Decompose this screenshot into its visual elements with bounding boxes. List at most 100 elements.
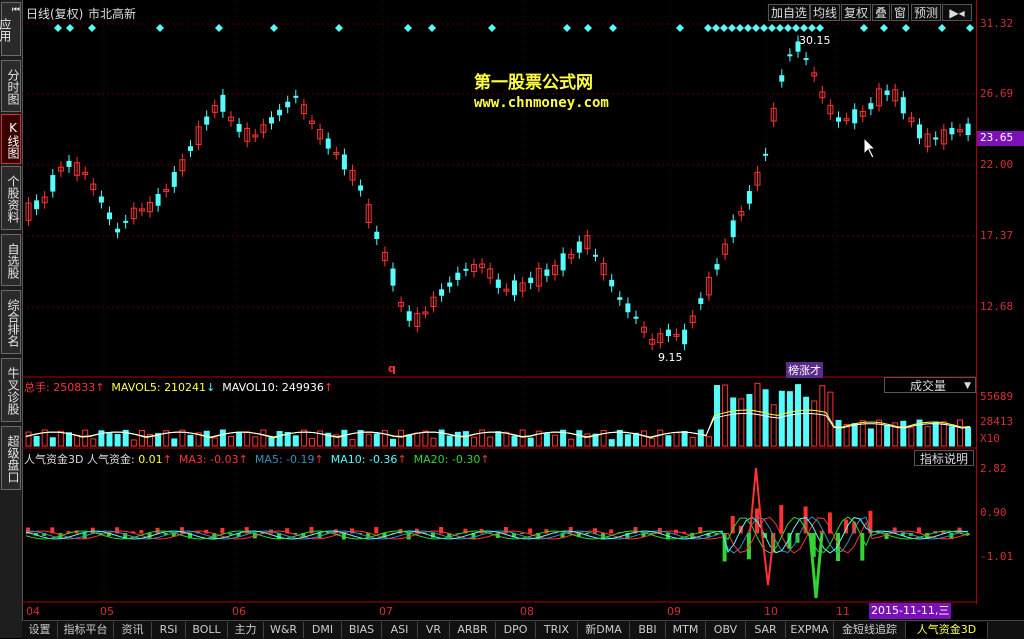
ma-button[interactable]: 均线 xyxy=(810,4,841,21)
tab-dmi[interactable]: DMI xyxy=(304,622,342,638)
volume-bar xyxy=(219,429,226,447)
chart-type-label[interactable]: 日线(复权) xyxy=(26,5,83,22)
tab-trix[interactable]: TRIX xyxy=(536,622,578,638)
diamond-marker xyxy=(966,24,974,32)
diamond-marker xyxy=(792,24,800,32)
volume-bar xyxy=(82,429,89,447)
sidebar-item-intraday[interactable]: 分时图 xyxy=(1,60,21,112)
volume-bar xyxy=(803,396,810,447)
forecast-button[interactable]: 预测 xyxy=(911,4,942,21)
diamond-marker xyxy=(488,24,496,32)
ma3-value: -0.03 xyxy=(210,453,239,466)
tab-settings[interactable]: 设置 xyxy=(22,622,58,638)
tab-popularity-fund[interactable]: 人气资金3D xyxy=(906,622,988,638)
ma20-label: MA20: xyxy=(413,453,449,466)
volume-bar xyxy=(236,431,243,447)
sidebar-item-stock-info[interactable]: 个股资料 xyxy=(1,166,21,230)
tab-short-track[interactable]: 金短线追踪 xyxy=(834,622,906,638)
tab-expma[interactable]: EXPMA xyxy=(786,622,834,638)
month-label: 09 xyxy=(667,605,681,618)
q-marker: q xyxy=(388,362,396,375)
candle-down xyxy=(293,95,299,98)
volume-header: 总手: 250833↑ MAVOL5: 210241↓ MAVOL10: 249… xyxy=(24,381,334,394)
tab-main-force[interactable]: 主力 xyxy=(228,622,264,638)
diamond-marker xyxy=(800,24,808,32)
indicator-bar xyxy=(455,533,460,534)
volume-bar xyxy=(705,436,712,447)
diamond-marker xyxy=(88,24,96,32)
indicator-help-button[interactable]: 指标说明 xyxy=(914,450,974,466)
sidebar-item-app[interactable]: ⏮ 应用 xyxy=(0,2,21,56)
candle-down xyxy=(949,127,955,135)
month-label: 11 xyxy=(836,605,850,618)
sidebar-item-diagnosis[interactable]: 牛叉诊股 xyxy=(1,358,21,422)
volume-tick: 55689 xyxy=(980,390,1014,403)
volume-bar xyxy=(422,430,429,447)
indicator-header: 人气资金3D 人气资金: 0.01↑ MA3: -0.03↑ MA5: -0.1… xyxy=(24,451,490,467)
tab-news[interactable]: 资讯 xyxy=(114,622,152,638)
indicator-bar xyxy=(309,527,314,534)
tab-bbi[interactable]: BBI xyxy=(630,622,666,638)
volume-bar xyxy=(940,421,947,447)
volume-bar xyxy=(649,438,656,447)
candle-down xyxy=(803,58,809,61)
ma5-label: MA5: xyxy=(254,453,283,466)
window-button[interactable]: 窗 xyxy=(891,4,910,21)
tab-indicator-platform[interactable]: 指标平台 xyxy=(58,622,114,638)
tab-arbr[interactable]: ARBR xyxy=(450,622,496,638)
volume-bar xyxy=(90,438,97,447)
volume-bar xyxy=(795,384,801,447)
tab-bias[interactable]: BIAS xyxy=(342,622,382,638)
sidebar-item-watchlist[interactable]: 自选股 xyxy=(1,234,21,286)
diamond-marker xyxy=(736,24,744,32)
tab-wr[interactable]: W&R xyxy=(264,622,304,638)
indicator-select-dropdown[interactable]: 成交量 ▼ xyxy=(884,377,976,393)
volume-bar xyxy=(260,429,267,447)
candle-down xyxy=(576,241,582,253)
watermark-url: www.chnmoney.com xyxy=(474,95,609,111)
next-arrow-icon[interactable]: ▶◂ xyxy=(942,4,972,21)
tab-obv[interactable]: OBV xyxy=(706,622,746,638)
volume-bar xyxy=(673,432,680,447)
tab-sar[interactable]: SAR xyxy=(746,622,786,638)
tab-dpo[interactable]: DPO xyxy=(496,622,536,638)
candle-down xyxy=(787,54,793,57)
add-watchlist-button[interactable]: 加自选 xyxy=(768,4,811,21)
diamond-marker xyxy=(676,24,684,32)
sidebar-item-label: 牛叉诊股 xyxy=(6,367,20,415)
volume-bar xyxy=(187,434,194,447)
diamond-marker xyxy=(728,24,736,32)
volume-bar xyxy=(414,432,421,447)
candle-down xyxy=(560,253,566,271)
tab-boll[interactable]: BOLL xyxy=(186,622,228,638)
tab-new-dma[interactable]: 新DMA xyxy=(578,622,630,638)
indicator-tick: 0.90 xyxy=(980,506,1007,519)
sidebar-item-super-panel[interactable]: 超级盘口 xyxy=(1,426,21,490)
tab-asi[interactable]: ASI xyxy=(382,622,418,638)
volume-bar xyxy=(576,430,583,447)
indicator-bar xyxy=(528,528,533,534)
candle-down xyxy=(884,90,890,96)
volume-bar xyxy=(762,389,769,447)
overlay-button[interactable]: 叠 xyxy=(872,4,891,21)
sidebar-item-ranking[interactable]: 综合排名 xyxy=(1,290,21,354)
adjust-button[interactable]: 复权 xyxy=(841,4,872,21)
dropdown-value: 成交量 xyxy=(910,379,947,393)
candle-down xyxy=(763,153,769,156)
diamond-marker xyxy=(215,24,223,32)
candle-down xyxy=(495,279,501,288)
volume-bar xyxy=(633,432,639,447)
tab-vr[interactable]: VR xyxy=(418,622,450,638)
volume-bar xyxy=(851,423,858,447)
volume-bar xyxy=(908,427,915,447)
volume-bar xyxy=(584,433,591,447)
volume-bar xyxy=(641,430,648,447)
mavol10-value: 249936 xyxy=(281,381,324,394)
sidebar-item-kline[interactable]: K线图 xyxy=(1,114,21,164)
sidebar-item-label: 综合排名 xyxy=(6,299,20,347)
sidebar-item-label: 应用 xyxy=(0,18,12,42)
tab-mtm[interactable]: MTM xyxy=(666,622,706,638)
tab-rsi[interactable]: RSI xyxy=(152,622,186,638)
volume-bar xyxy=(786,391,793,447)
indicator-bar xyxy=(520,533,525,534)
